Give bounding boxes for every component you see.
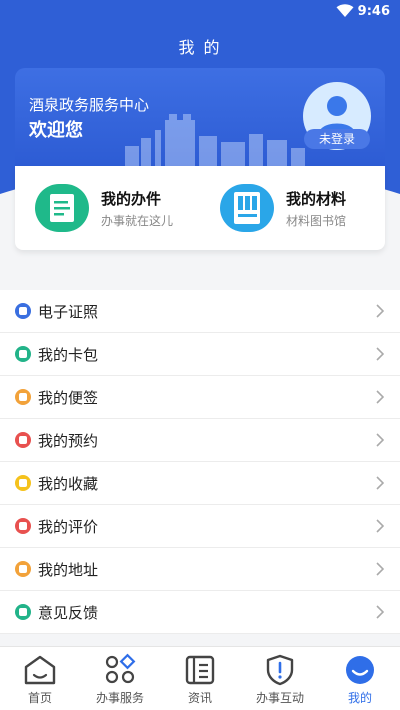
profile-menu: 电子证照 我的卡包 我的便签 我的预约 我的收藏 我的评价 我的地址 意见反馈 xyxy=(0,290,400,634)
book-shelf-icon xyxy=(220,184,274,232)
menu-item-label: 电子证照 xyxy=(38,303,99,321)
comment-icon xyxy=(15,518,31,534)
my-materials-subtitle: 材料图书馆 xyxy=(286,214,347,228)
page-title: 我 的 xyxy=(178,38,222,57)
services-grid-icon xyxy=(105,653,136,684)
menu-item-label: 我的预约 xyxy=(38,432,99,450)
calendar-icon xyxy=(15,432,31,448)
chevron-right-icon xyxy=(376,519,384,533)
menu-item-label: 意见反馈 xyxy=(38,604,99,622)
chevron-right-icon xyxy=(376,304,384,318)
id-card-icon xyxy=(15,303,31,319)
shield-alert-icon xyxy=(266,654,294,686)
menu-item-label: 我的便签 xyxy=(38,389,99,407)
menu-item-appointments[interactable]: 我的预约 xyxy=(0,419,400,462)
star-icon xyxy=(15,475,31,491)
tab-home[interactable]: 首页 xyxy=(0,647,80,710)
tab-news[interactable]: 资讯 xyxy=(160,647,240,710)
menu-item-reviews[interactable]: 我的评价 xyxy=(0,505,400,548)
chevron-right-icon xyxy=(376,390,384,404)
chevron-right-icon xyxy=(376,347,384,361)
my-materials-title: 我的材料 xyxy=(286,190,347,208)
wallet-icon xyxy=(15,346,31,362)
my-applications-subtitle: 办事就在这儿 xyxy=(101,214,174,228)
tab-label: 我的 xyxy=(347,691,372,705)
menu-item-label: 我的收藏 xyxy=(38,475,99,493)
menu-item-addresses[interactable]: 我的地址 xyxy=(0,548,400,591)
status-time: 9:46 xyxy=(357,4,390,19)
quick-access-card: 我的办件 办事就在这儿 我的材料 材料图书馆 xyxy=(15,166,385,250)
note-icon xyxy=(15,389,31,405)
chevron-right-icon xyxy=(376,476,384,490)
folder-document-icon xyxy=(35,184,89,232)
tab-services[interactable]: 办事服务 xyxy=(80,647,160,710)
location-icon xyxy=(15,561,31,577)
login-status-badge[interactable]: 未登录 xyxy=(304,129,370,149)
tab-label: 首页 xyxy=(27,691,52,705)
news-icon xyxy=(185,655,215,685)
menu-item-label: 我的评价 xyxy=(38,518,99,536)
chevron-right-icon xyxy=(376,562,384,576)
tab-interaction[interactable]: 办事互动 xyxy=(240,647,320,710)
status-bar: 9:46 xyxy=(0,0,400,24)
menu-item-label: 我的地址 xyxy=(38,561,99,579)
menu-item-e-license[interactable]: 电子证照 xyxy=(0,290,400,333)
menu-item-favorites[interactable]: 我的收藏 xyxy=(0,462,400,505)
my-applications-entry[interactable]: 我的办件 办事就在这儿 xyxy=(35,182,195,236)
welcome-text: 欢迎您 xyxy=(29,120,83,141)
tab-label: 办事互动 xyxy=(255,691,304,705)
profile-smile-icon xyxy=(346,656,374,684)
home-icon xyxy=(24,655,56,685)
tab-label: 资讯 xyxy=(187,691,212,705)
bottom-tab-bar: 首页 办事服务 资讯 办事互动 我的 xyxy=(0,646,400,710)
my-materials-entry[interactable]: 我的材料 材料图书馆 xyxy=(220,182,380,236)
city-skyline-illustration xyxy=(125,114,305,166)
user-banner[interactable]: 酒泉政务服务中心 欢迎您 未登录 xyxy=(15,68,385,166)
tab-label: 办事服务 xyxy=(95,691,144,705)
chevron-right-icon xyxy=(376,433,384,447)
my-applications-title: 我的办件 xyxy=(101,190,162,208)
tab-mine[interactable]: 我的 xyxy=(320,647,400,710)
chevron-right-icon xyxy=(376,605,384,619)
menu-item-feedback[interactable]: 意见反馈 xyxy=(0,591,400,634)
wifi-icon xyxy=(336,4,354,17)
menu-item-wallet[interactable]: 我的卡包 xyxy=(0,333,400,376)
menu-item-label: 我的卡包 xyxy=(38,346,99,364)
menu-item-notes[interactable]: 我的便签 xyxy=(0,376,400,419)
feedback-icon xyxy=(15,604,31,620)
